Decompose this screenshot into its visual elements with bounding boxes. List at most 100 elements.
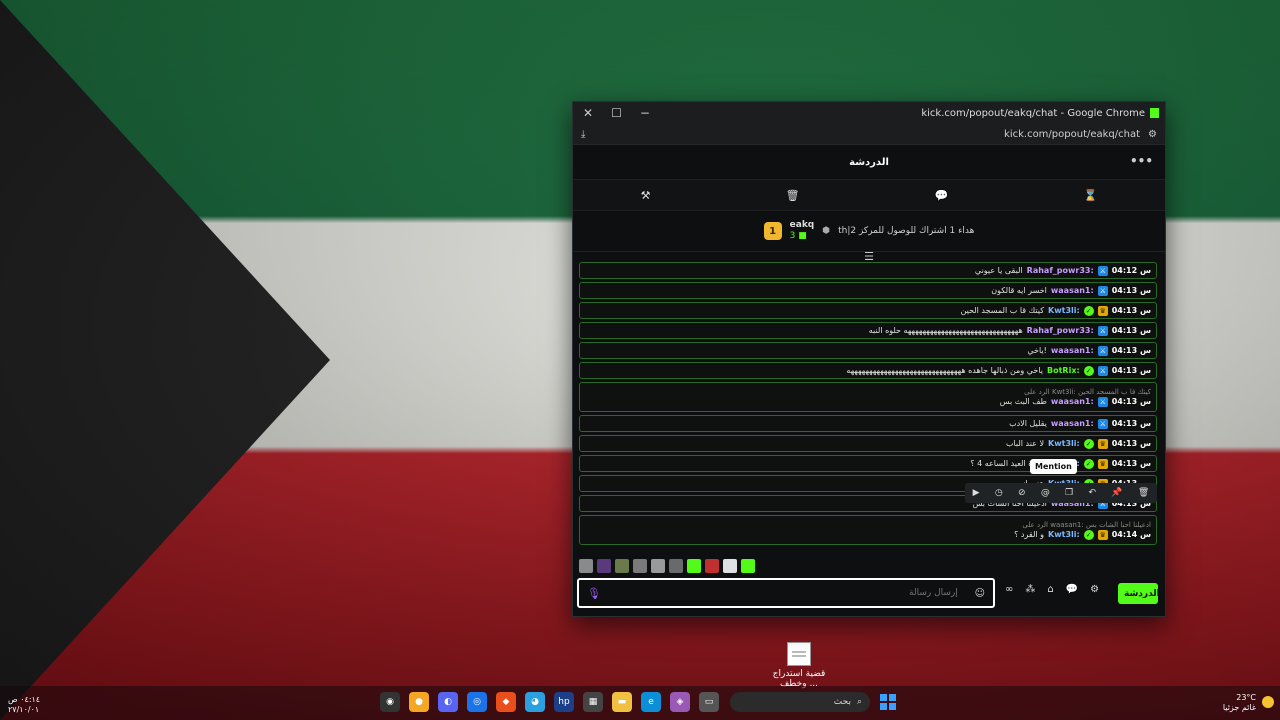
chat-tools: ∞ ⁂ ⌂ 💬 ⚙ — [1005, 584, 1099, 595]
settings-gear-icon[interactable]: ⚙ — [1090, 584, 1099, 595]
chat-message[interactable]: الرد على waasan1: ادعيلنا احنا الشات بس و… — [579, 515, 1157, 545]
chat-bubble-icon[interactable]: 💬 — [1066, 584, 1078, 595]
store-app-icon[interactable]: ▦ — [583, 692, 603, 712]
emote-icon[interactable] — [705, 559, 719, 573]
clock[interactable]: ٠٤:١٤ ص ٢٧/١٠/٠١ — [8, 695, 40, 715]
app-icon-11[interactable]: ◈ — [670, 692, 690, 712]
trash-icon[interactable]: 🗑 — [1138, 488, 1149, 498]
windows-start-icon[interactable] — [880, 694, 896, 710]
message-username[interactable]: waasan1: — [1051, 419, 1094, 428]
close-window-button[interactable]: ✕ — [583, 106, 593, 120]
shapes-icon[interactable]: ⁂ — [1025, 584, 1035, 595]
pin-icon[interactable]: 📌 — [1111, 488, 1122, 498]
app-icon-1[interactable]: ◉ — [380, 692, 400, 712]
message-username[interactable]: Rahaf_powr33: — [1027, 326, 1094, 335]
taskbar-search[interactable]: بحث ⌕ — [730, 692, 870, 712]
emote-icon[interactable] — [651, 559, 665, 573]
message-username[interactable]: Kwt3li: — [1048, 439, 1080, 448]
emote-icon[interactable] — [741, 559, 755, 573]
verified-badge-icon: ✓ — [1083, 365, 1094, 376]
emote-icon[interactable] — [579, 559, 593, 573]
moderator-badge-icon: ⚔ — [1097, 418, 1108, 429]
chat-message[interactable]: اخسر ايه قالكون waasan1: ⚔ 04:13 س — [579, 282, 1157, 299]
message-input-box[interactable]: 🎙 ☺ — [577, 578, 995, 608]
chrome-icon[interactable]: ◎ — [467, 692, 487, 712]
message-username[interactable]: waasan1: — [1051, 397, 1094, 406]
emote-icon[interactable] — [633, 559, 647, 573]
gift-progress-text: th|هداء 1 اشتراك للوصول للمركز 2 — [838, 226, 975, 236]
app-icon-12[interactable]: ▭ — [699, 692, 719, 712]
hammer-icon[interactable]: ⚒ — [641, 189, 651, 202]
message-timestamp: 04:13 س — [1111, 306, 1151, 315]
message-text: كيتك قا ب المسجد الحين — [960, 306, 1045, 315]
message-username[interactable]: Rahaf_powr33: — [1027, 266, 1094, 275]
verified-badge-icon: ✓ — [1083, 529, 1094, 540]
hp-icon[interactable]: hp — [554, 692, 574, 712]
search-icon: ⌕ — [856, 697, 862, 707]
maximize-window-button[interactable]: ☐ — [611, 106, 622, 120]
message-username[interactable]: waasan1: — [1051, 286, 1094, 295]
message-timestamp: 04:13 س — [1111, 366, 1151, 375]
chat-bubble-icon[interactable]: 💬 — [935, 189, 949, 202]
chat-message-list: البقى يا عيوني Rahaf_powr33: ⚔ 04:12 س اخسر … — [579, 262, 1157, 549]
info-icon: ⬢ — [822, 226, 831, 236]
message-username[interactable]: Kwt3li: — [1048, 530, 1080, 539]
message-input[interactable] — [615, 587, 960, 599]
emoji-icon[interactable]: ☺ — [975, 588, 985, 599]
emote-icon[interactable] — [669, 559, 683, 573]
discord-icon[interactable]: ◐ — [438, 692, 458, 712]
app-icon-5[interactable]: ◆ — [496, 692, 516, 712]
play-icon[interactable]: ▶ — [973, 488, 980, 498]
clock-icon[interactable]: ◷ — [995, 488, 1003, 498]
chat-message[interactable]: ياخي ومن ذبالها جاهده هههههههههههههههههه… — [579, 362, 1157, 379]
site-settings-icon[interactable]: ⚙ — [1148, 129, 1157, 140]
message-username[interactable]: waasan1: — [1051, 346, 1094, 355]
verified-badge-icon: ✓ — [1083, 305, 1094, 316]
emote-icon[interactable] — [615, 559, 629, 573]
moderator-badge-icon: ⚔ — [1097, 325, 1108, 336]
emote-icon[interactable] — [723, 559, 737, 573]
send-chat-button[interactable]: الدردشة — [1118, 583, 1160, 604]
slash-icon[interactable]: ⊘ — [1018, 488, 1026, 498]
app-icon-6[interactable]: ◕ — [525, 692, 545, 712]
trash-icon[interactable]: 🗑 — [786, 189, 800, 202]
store-icon[interactable]: ⌂ — [1047, 584, 1053, 595]
reply-context[interactable]: الرد على waasan1: ادعيلنا احنا الشات بس — [1022, 521, 1151, 529]
chat-message[interactable]: البقى يا عيوني Rahaf_powr33: ⚔ 04:12 س — [579, 262, 1157, 279]
download-icon[interactable]: ⤓ — [581, 129, 585, 140]
emote-icon[interactable] — [687, 559, 701, 573]
title-bar: ✕ ☐ − kick.com/popout/eakq/chat - Google… — [573, 102, 1165, 124]
reply-context[interactable]: الرد على Kwt3li: كيتك قا ب المسجد الحين — [1024, 388, 1151, 396]
moderator-badge-icon: ⚔ — [1097, 396, 1108, 407]
crown-badge-icon: ♛ — [1097, 305, 1108, 316]
microphone-icon[interactable]: 🎙 — [587, 587, 601, 600]
weather-widget[interactable]: 23°C غائم جزئيا — [1223, 693, 1256, 713]
pinned-gift-banner: 1 eakq 3 ■ ⬢ th|هداء 1 اشتراك للوصول للم… — [573, 211, 1165, 252]
chat-message[interactable]: كيتك قا ب المسجد الحين Kwt3li: ✓ ♛ 04:13 س — [579, 302, 1157, 319]
minimize-window-button[interactable]: − — [640, 106, 650, 120]
app-icon-2[interactable]: ● — [409, 692, 429, 712]
browser-window: ✕ ☐ − kick.com/popout/eakq/chat - Google… — [572, 101, 1166, 617]
file-explorer-icon[interactable]: ▬ — [612, 692, 632, 712]
message-username[interactable]: BotRix: — [1047, 366, 1080, 375]
chat-message[interactable]: ياخي! waasan1: ⚔ 04:13 س — [579, 342, 1157, 359]
chat-message[interactable]: يقليل الادب waasan1: ⚔ 04:13 س — [579, 415, 1157, 432]
message-username[interactable]: Kwt3li: — [1048, 306, 1080, 315]
mention-icon[interactable]: @ — [1041, 488, 1050, 498]
taskbar-apps: ◉ ● ◐ ◎ ◆ ◕ hp ▦ ▬ e ◈ ▭ — [380, 692, 719, 712]
hourglass-icon[interactable]: ⌛ — [1084, 189, 1098, 202]
infinity-icon[interactable]: ∞ — [1005, 584, 1013, 595]
edge-icon[interactable]: e — [641, 692, 661, 712]
message-timestamp: 04:13 س — [1111, 459, 1151, 468]
reply-icon[interactable]: ↶ — [1089, 488, 1097, 498]
url-text[interactable]: kick.com/popout/eakq/chat — [1004, 129, 1140, 140]
chat-message[interactable]: هههههههههههههههههههههههههههههههه حلوه ال… — [579, 322, 1157, 339]
crown-badge-icon: ♛ — [1097, 438, 1108, 449]
emote-icon[interactable] — [597, 559, 611, 573]
pinned-username[interactable]: eakq — [790, 220, 815, 231]
copy-icon[interactable]: ❐ — [1065, 488, 1073, 498]
desktop-file-icon[interactable]: قضية استدراج وخطف ... — [768, 642, 830, 689]
chat-message[interactable]: الرد على Kwt3li: كيتك قا ب المسجد الحين ط… — [579, 382, 1157, 412]
more-options-icon[interactable]: ••• — [1130, 154, 1153, 168]
chat-message[interactable]: لا عند الباب Kwt3li: ✓ ♛ 04:13 س — [579, 435, 1157, 452]
